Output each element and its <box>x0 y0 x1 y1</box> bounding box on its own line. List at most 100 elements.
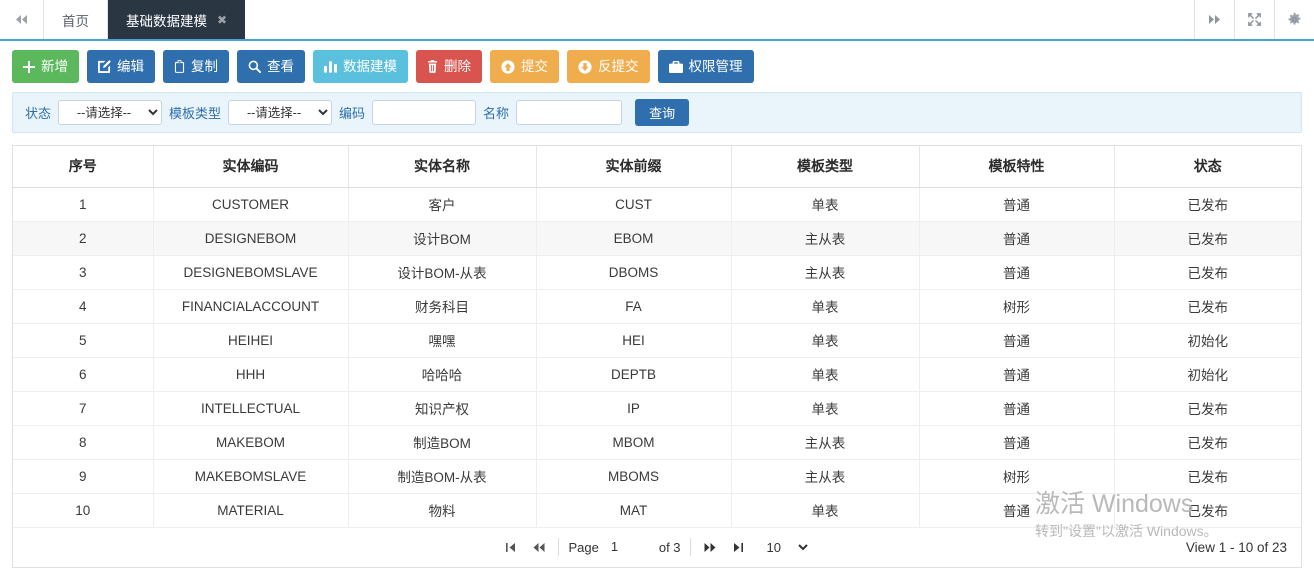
cell-status: 已发布 <box>1114 459 1301 494</box>
table-row[interactable]: 6 HHH 哈哈哈 DEPTB 单表 普通 初始化 <box>13 357 1301 392</box>
first-page-button[interactable] <box>502 542 520 553</box>
code-filter-input[interactable] <box>372 100 477 125</box>
page-size-select[interactable]: 10 <box>755 535 812 559</box>
table-row[interactable]: 8 MAKEBOM 制造BOM MBOM 主从表 普通 已发布 <box>13 425 1301 460</box>
table-row[interactable]: 5 HEIHEI 嘿嘿 HEI 单表 普通 初始化 <box>13 323 1301 358</box>
pager-divider <box>689 538 691 556</box>
next-page-button[interactable] <box>700 542 720 553</box>
table-row[interactable]: 9 MAKEBOMSLAVE 制造BOM-从表 MBOMS 主从表 树形 已发布 <box>13 459 1301 494</box>
table-row[interactable]: 1 CUSTOMER 客户 CUST 单表 普通 已发布 <box>13 187 1301 222</box>
table-row[interactable]: 10 MATERIAL 物料 MAT 单表 普通 已发布 <box>13 493 1301 528</box>
gear-icon <box>1288 12 1301 25</box>
tab-scroll-right-button[interactable] <box>1194 0 1234 39</box>
cell-name: 设计BOM-从表 <box>348 255 537 290</box>
table-body: 1 CUSTOMER 客户 CUST 单表 普通 已发布 2 DESIGNEBO… <box>13 187 1301 528</box>
cell-code: FINANCIALACCOUNT <box>153 289 349 324</box>
tab-basic-data-modeling[interactable]: 基础数据建模 ✖ <box>108 0 246 39</box>
cell-code: DESIGNEBOM <box>153 221 349 256</box>
code-filter-label: 编码 <box>339 106 366 121</box>
column-header-feature[interactable]: 模板特性 <box>919 146 1115 188</box>
cell-status: 已发布 <box>1114 425 1301 460</box>
copy-button-label: 复制 <box>191 58 218 74</box>
cell-code: INTELLECTUAL <box>153 391 349 426</box>
arrow-up-circle-icon <box>501 59 515 74</box>
submit-button[interactable]: 提交 <box>490 50 559 83</box>
cell-status: 初始化 <box>1114 357 1301 392</box>
cell-feature: 普通 <box>919 187 1115 222</box>
bar-chart-icon <box>324 60 337 73</box>
last-page-icon <box>733 542 743 552</box>
last-page-button[interactable] <box>729 542 747 553</box>
cell-name: 哈哈哈 <box>348 357 537 392</box>
cell-status: 已发布 <box>1114 391 1301 426</box>
cell-code: MAKEBOMSLAVE <box>153 459 349 494</box>
cell-name: 物料 <box>348 493 537 528</box>
column-header-type[interactable]: 模板类型 <box>731 146 920 188</box>
prev-page-icon <box>533 542 545 552</box>
cell-status: 已发布 <box>1114 289 1301 324</box>
cell-name: 制造BOM <box>348 425 537 460</box>
column-header-no[interactable]: 序号 <box>13 146 154 188</box>
column-header-name[interactable]: 实体名称 <box>348 146 537 188</box>
close-icon[interactable]: ✖ <box>217 13 227 27</box>
fullscreen-toggle-button[interactable] <box>1234 0 1274 39</box>
cell-type: 单表 <box>731 391 920 426</box>
page-number-input[interactable] <box>607 536 650 558</box>
copy-button[interactable]: 复制 <box>163 50 229 83</box>
cell-feature: 普通 <box>919 357 1115 392</box>
cell-prefix: IP <box>536 391 732 426</box>
view-button[interactable]: 查看 <box>237 50 305 83</box>
column-header-prefix[interactable]: 实体前缀 <box>536 146 732 188</box>
cell-prefix: CUST <box>536 187 732 222</box>
cell-name: 财务科目 <box>348 289 537 324</box>
table-header-row: 序号 实体编码 实体名称 实体前缀 模板类型 模板特性 状态 <box>13 146 1301 188</box>
table-row[interactable]: 4 FINANCIALACCOUNT 财务科目 FA 单表 树形 已发布 <box>13 289 1301 324</box>
cell-code: DESIGNEBOMSLAVE <box>153 255 349 290</box>
cell-type: 单表 <box>731 187 920 222</box>
pagination-controls: Page of 3 10 <box>13 535 1301 559</box>
prev-page-button[interactable] <box>529 542 549 553</box>
tab-scroll-left-button[interactable] <box>0 0 44 39</box>
filter-bar: 状态 --请选择-- 模板类型 --请选择-- 编码 名称 查询 <box>12 92 1302 133</box>
unsubmit-button[interactable]: 反提交 <box>567 50 650 83</box>
cell-feature: 普通 <box>919 391 1115 426</box>
cell-feature: 普通 <box>919 323 1115 358</box>
add-button[interactable]: 新增 <box>12 50 79 83</box>
status-filter-select[interactable]: --请选择-- <box>58 100 163 125</box>
cell-prefix: MBOMS <box>536 459 732 494</box>
column-header-status[interactable]: 状态 <box>1114 146 1301 188</box>
cell-prefix: MAT <box>536 493 732 528</box>
cell-no: 4 <box>13 289 154 324</box>
entity-table-container: 序号 实体编码 实体名称 实体前缀 模板类型 模板特性 状态 1 CUSTOME… <box>12 145 1302 528</box>
template-type-filter-select[interactable]: --请选择-- <box>228 100 333 125</box>
name-filter-input[interactable] <box>516 100 623 125</box>
settings-button[interactable] <box>1274 0 1314 39</box>
edit-button[interactable]: 编辑 <box>87 50 155 83</box>
cell-feature: 树形 <box>919 459 1115 494</box>
copy-icon <box>174 60 185 73</box>
column-header-code[interactable]: 实体编码 <box>153 146 349 188</box>
cell-code: MATERIAL <box>153 493 349 528</box>
cell-code: MAKEBOM <box>153 425 349 460</box>
table-row[interactable]: 3 DESIGNEBOMSLAVE 设计BOM-从表 DBOMS 主从表 普通 … <box>13 255 1301 290</box>
table-row[interactable]: 7 INTELLECTUAL 知识产权 IP 单表 普通 已发布 <box>13 391 1301 426</box>
cell-type: 主从表 <box>731 221 920 256</box>
delete-button-label: 删除 <box>444 58 471 74</box>
query-button[interactable]: 查询 <box>635 99 690 126</box>
data-modeling-button[interactable]: 数据建模 <box>313 50 408 83</box>
cell-code: HEIHEI <box>153 323 349 358</box>
tab-home[interactable]: 首页 <box>44 0 108 39</box>
page-label: Page <box>568 539 599 555</box>
cell-prefix: MBOM <box>536 425 732 460</box>
cell-feature: 普通 <box>919 425 1115 460</box>
cell-status: 已发布 <box>1114 187 1301 222</box>
table-row[interactable]: 2 DESIGNEBOM 设计BOM EBOM 主从表 普通 已发布 <box>13 221 1301 256</box>
double-chevron-left-icon <box>16 15 27 24</box>
arrow-down-circle-icon <box>578 59 592 74</box>
cell-no: 2 <box>13 221 154 256</box>
cell-type: 主从表 <box>731 425 920 460</box>
cell-name: 知识产权 <box>348 391 537 426</box>
delete-button[interactable]: 删除 <box>416 50 482 83</box>
cell-type: 主从表 <box>731 459 920 494</box>
permission-management-button[interactable]: 权限管理 <box>657 50 754 83</box>
